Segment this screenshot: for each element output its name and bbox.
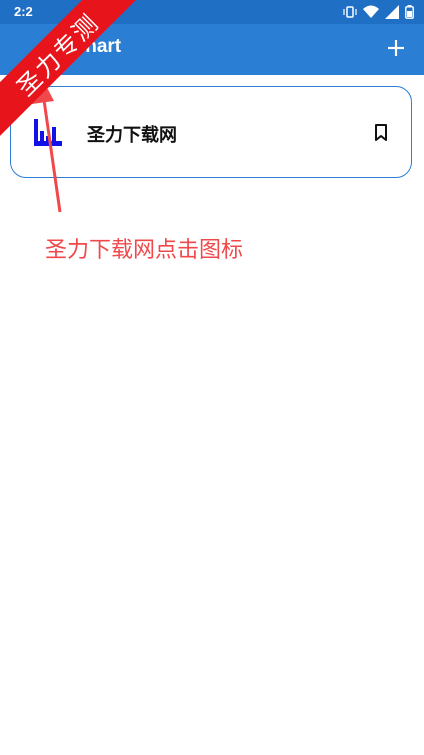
watermark-ribbon: 圣力专测 [0, 0, 140, 140]
plus-icon [388, 40, 404, 56]
wifi-icon [363, 5, 379, 18]
watermark-ribbon-text: 圣力专测 [0, 0, 140, 138]
vibrate-icon [343, 6, 357, 18]
bookmark-icon[interactable] [373, 123, 389, 143]
battery-icon [405, 5, 414, 19]
add-button[interactable] [382, 34, 410, 62]
signal-icon [385, 5, 399, 19]
annotation-text: 圣力下载网点击图标 [45, 238, 244, 263]
status-icons [343, 5, 414, 19]
